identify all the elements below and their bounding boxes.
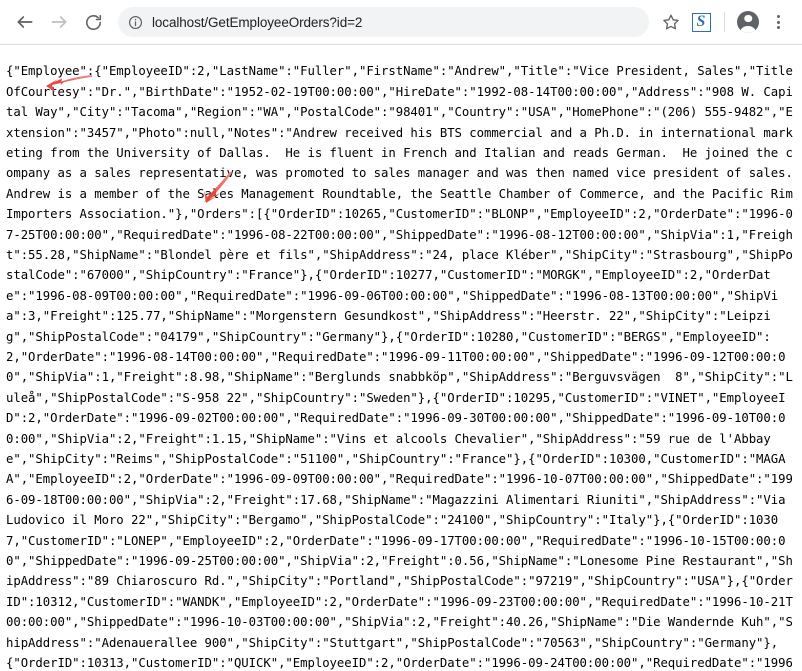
json-response-viewport: {"Employee":{"EmployeeID":2,"LastName":"… [0,45,802,671]
person-icon [737,11,759,33]
extension-logo-s: S [691,12,711,32]
profile-avatar[interactable] [734,8,762,36]
reload-button[interactable] [78,7,108,37]
back-button[interactable] [10,7,40,37]
chrome-menu-button[interactable] [764,8,792,36]
kebab-menu-icon [776,15,780,29]
forward-button[interactable] [44,7,74,37]
json-response-text: {"Employee":{"EmployeeID":2,"LastName":"… [6,64,793,671]
toolbar-divider [724,12,725,32]
site-info-icon[interactable] [128,15,143,30]
address-bar[interactable]: localhost/GetEmployeeOrders?id=2 [118,7,649,37]
browser-toolbar: localhost/GetEmployeeOrders?id=2 S [0,0,802,45]
url-text[interactable]: localhost/GetEmployeeOrders?id=2 [152,15,362,30]
extension-icon[interactable]: S [687,8,715,36]
bookmark-star-icon[interactable] [657,8,685,36]
toolbar-right-actions: S [655,8,792,36]
